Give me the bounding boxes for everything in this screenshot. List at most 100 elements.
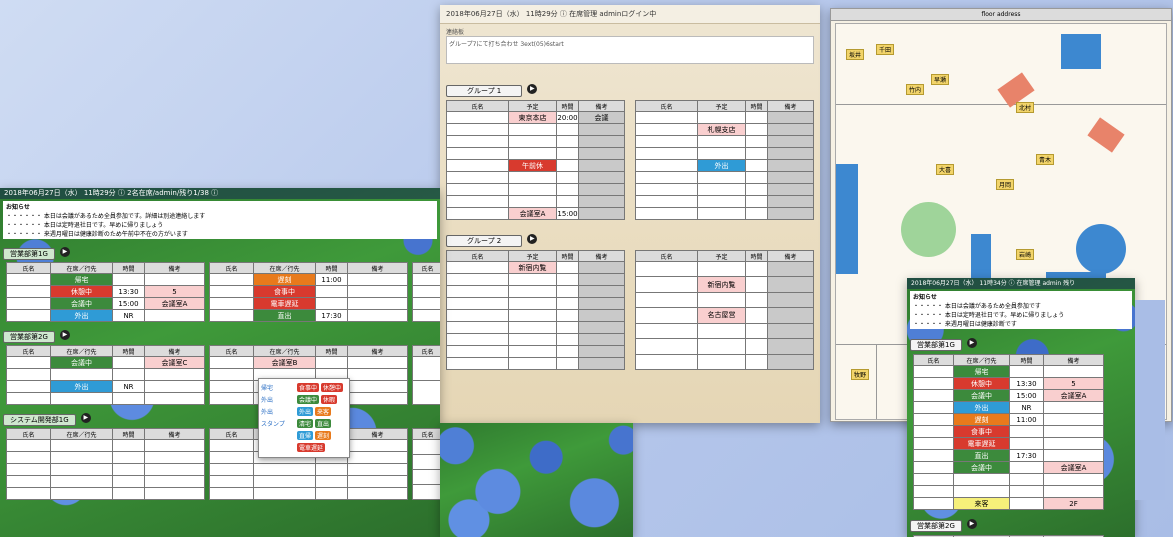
- name-cell[interactable]: 吉 田: [446, 333, 509, 346]
- name-cell[interactable]: 古 沢: [209, 380, 254, 393]
- status-cell[interactable]: [953, 473, 1010, 486]
- table-row[interactable]: 牧野(佳) 午前休: [446, 159, 625, 172]
- table-row[interactable]: 青 木: [446, 183, 625, 196]
- name-cell[interactable]: 千 田: [913, 485, 954, 498]
- status-cell[interactable]: [697, 291, 746, 309]
- status-cell[interactable]: [697, 353, 746, 371]
- right-group2-expand-icon[interactable]: ▶: [966, 518, 977, 529]
- table-row[interactable]: 牧野(宏) 直出 17:30: [209, 309, 408, 322]
- status-cell[interactable]: [50, 392, 113, 405]
- name-cell[interactable]: 青 木: [913, 425, 954, 438]
- name-cell[interactable]: 吉 田: [6, 451, 51, 464]
- name-cell[interactable]: 牧野(佳): [209, 273, 254, 286]
- status-cell[interactable]: [697, 135, 746, 148]
- status-cell[interactable]: 会議中: [50, 356, 113, 369]
- table-row[interactable]: 大 喜会議中 会議室C: [6, 356, 205, 369]
- table-row[interactable]: 黒 田: [446, 345, 625, 358]
- table-row[interactable]: 岩 崎会議室B: [209, 356, 408, 369]
- name-cell[interactable]: 岩 崎: [209, 356, 254, 369]
- name-cell[interactable]: 岡 崎: [209, 368, 254, 381]
- table-row[interactable]: 北 村: [635, 135, 814, 148]
- table-row[interactable]: 月 岡: [446, 171, 625, 184]
- table-row[interactable]: 浜 崎: [6, 392, 205, 405]
- table-row[interactable]: 岩 崎: [6, 368, 205, 381]
- table-row[interactable]: 千 田札幌支店: [635, 123, 814, 136]
- status-cell[interactable]: [697, 338, 746, 355]
- status-cell[interactable]: 東京本店: [508, 111, 557, 124]
- name-cell[interactable]: 菅 原: [635, 207, 698, 220]
- right-group2-button[interactable]: 営業部第2G: [910, 520, 962, 532]
- name-cell[interactable]: 大 輪: [6, 297, 51, 310]
- group-button[interactable]: 営業部第2G: [3, 331, 55, 343]
- table-row[interactable]: 須 田: [412, 439, 440, 455]
- name-cell[interactable]: 岩 崎: [635, 159, 698, 172]
- status-cell[interactable]: 電車遅延: [953, 437, 1010, 450]
- name-cell[interactable]: 根 本: [635, 338, 698, 355]
- name-cell[interactable]: 石田(秀): [6, 475, 51, 488]
- table-row[interactable]: 桐 田: [635, 111, 814, 124]
- map-desk-label[interactable]: 千田: [876, 44, 895, 55]
- status-cell[interactable]: 電車遅延: [253, 297, 316, 310]
- status-cell[interactable]: [50, 439, 113, 452]
- status-cell[interactable]: [50, 463, 113, 476]
- name-cell[interactable]: 牧野(宏): [209, 309, 254, 322]
- table-row[interactable]: 桐: [412, 285, 440, 298]
- status-cell[interactable]: [50, 368, 113, 381]
- status-cell[interactable]: 新宿内覧: [508, 261, 557, 274]
- name-cell[interactable]: 大 輪: [446, 135, 509, 148]
- table-row[interactable]: 北: [412, 309, 440, 322]
- name-cell[interactable]: 石田(秀): [446, 357, 509, 370]
- table-row[interactable]: 岡 崎: [635, 195, 814, 208]
- table-row[interactable]: 花 井: [209, 475, 408, 488]
- name-cell[interactable]: 岸 田: [446, 111, 509, 124]
- name-cell[interactable]: 月 岡: [209, 297, 254, 310]
- popup-status-button[interactable]: 来客: [315, 406, 332, 416]
- status-cell[interactable]: [508, 333, 557, 346]
- status-cell[interactable]: [697, 322, 746, 340]
- status-cell[interactable]: 休憩中: [50, 285, 113, 298]
- name-cell[interactable]: 花 井: [209, 475, 254, 488]
- table-row[interactable]: 吉 田: [446, 333, 625, 346]
- name-cell[interactable]: 青 木: [446, 183, 509, 196]
- popup-status-button[interactable]: 食事中: [297, 382, 320, 392]
- popup-status-button[interactable]: 休憩中: [321, 382, 344, 392]
- name-cell[interactable]: 青 木: [209, 285, 254, 298]
- status-cell[interactable]: 休憩中: [953, 377, 1010, 390]
- map-desk-label[interactable]: 竹内: [906, 84, 925, 95]
- name-cell[interactable]: 早 瀬: [913, 377, 954, 390]
- name-cell[interactable]: 坂 井: [913, 401, 954, 414]
- status-cell[interactable]: [508, 309, 557, 322]
- status-cell[interactable]: 名古屋営: [697, 307, 746, 324]
- table-row[interactable]: 坂 井外出 NR: [913, 401, 1104, 414]
- table-row[interactable]: 坂 井: [446, 147, 625, 160]
- name-cell[interactable]: 大 輪: [913, 389, 954, 402]
- status-cell[interactable]: [253, 475, 316, 488]
- group-button[interactable]: システム開発部1G: [3, 414, 76, 426]
- table-row[interactable]: 吉 沢新宿内覧: [446, 261, 625, 274]
- name-cell[interactable]: 瀬 田: [635, 276, 698, 293]
- name-cell[interactable]: 木: [412, 356, 440, 381]
- status-cell[interactable]: 札幌支店: [697, 123, 746, 136]
- table-row[interactable]: 岸 田帰宅: [913, 365, 1104, 378]
- name-cell[interactable]: 早 坂: [412, 454, 440, 470]
- status-cell[interactable]: 食事中: [253, 285, 316, 298]
- name-cell[interactable]: 千: [412, 297, 440, 310]
- table-row[interactable]: 坂 井外出 NR: [6, 309, 205, 322]
- status-cell[interactable]: [50, 451, 113, 464]
- name-cell[interactable]: 牧野(宏): [913, 449, 954, 462]
- name-cell[interactable]: 花 井: [635, 322, 698, 340]
- status-cell[interactable]: [697, 195, 746, 208]
- table-row[interactable]: 黒 田: [6, 463, 205, 476]
- status-cell[interactable]: [508, 345, 557, 358]
- name-cell[interactable]: 北 村: [913, 497, 954, 510]
- status-cell[interactable]: 来客: [953, 497, 1010, 510]
- table-row[interactable]: 吉 野名古屋営: [635, 307, 814, 324]
- table-row[interactable]: 上 田: [446, 321, 625, 334]
- name-cell[interactable]: 鈴: [412, 380, 440, 405]
- status-cell[interactable]: 会議室B: [253, 356, 316, 369]
- name-cell[interactable]: 北 村: [635, 135, 698, 148]
- name-cell[interactable]: 横: [635, 171, 698, 184]
- name-cell[interactable]: 吉 幹: [6, 487, 51, 500]
- table-row[interactable]: 根 本: [209, 487, 408, 500]
- name-cell[interactable]: 牧野(佳): [446, 159, 509, 172]
